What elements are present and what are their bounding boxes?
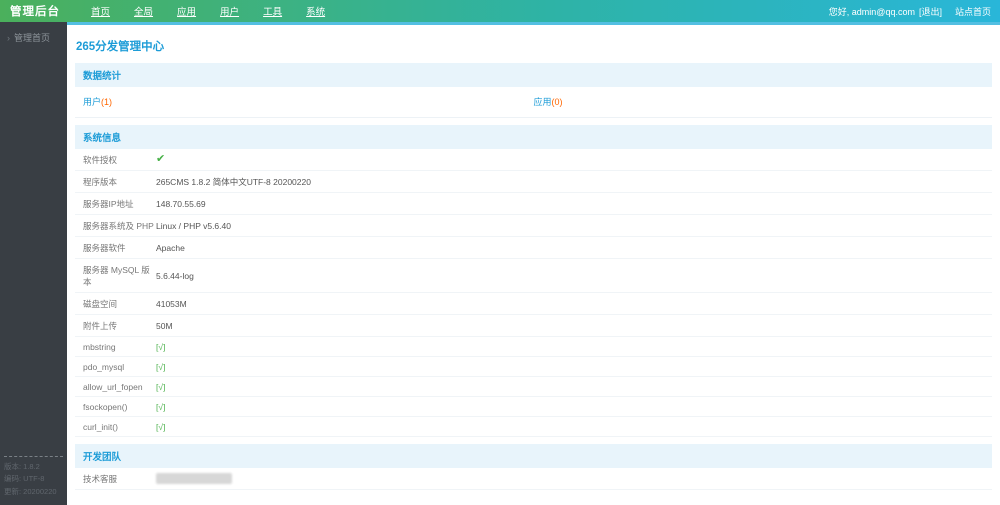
- info-row: fsockopen() [√]: [75, 397, 992, 417]
- info-row-label: curl_init(): [83, 421, 118, 432]
- top-header: 管理后台 首页 全局 应用 用户 工具 系统 您好, admin@qq.com [退出] …: [0, 0, 1000, 22]
- info-row-value: 41053M: [156, 298, 187, 309]
- info-row: allow_url_fopen [√]: [75, 377, 992, 397]
- team-table: 技术客服: [75, 468, 992, 490]
- main-content: 265分发管理中心 数据统计 用户(1) 应用(0) 系统信息 软件授权 ✔ 程…: [67, 22, 1000, 505]
- sidebar-footer-line: 版本: 1.8.2: [4, 461, 40, 471]
- sidebar-footer-line: 编码: UTF-8: [4, 474, 45, 484]
- stats-row: 用户(1) 应用(0): [75, 87, 992, 118]
- info-row-label: allow_url_fopen: [83, 381, 143, 392]
- user-greeting: 您好, admin@qq.com: [828, 6, 915, 17]
- info-row-value: [√]: [156, 401, 166, 412]
- admin-page: 管理后台 首页 全局 应用 用户 工具 系统 您好, admin@qq.com [退出] …: [0, 0, 1000, 505]
- top-nav-item[interactable]: 系统: [306, 4, 325, 18]
- info-row-label: 技术客服: [83, 473, 118, 484]
- logout-link[interactable]: [退出]: [919, 5, 942, 18]
- section-header-stats: 数据统计: [75, 63, 992, 87]
- info-row: pdo_mysql [√]: [75, 357, 992, 377]
- info-row-value: [156, 473, 232, 484]
- info-row-value: [√]: [156, 341, 166, 352]
- stat-link[interactable]: 用户: [83, 97, 101, 107]
- stat-item: 用户(1): [83, 95, 534, 108]
- info-row-label: fsockopen(): [83, 401, 128, 412]
- info-row: 服务器软件 Apache: [75, 237, 992, 259]
- info-row-value: [√]: [156, 381, 166, 392]
- info-row-label: pdo_mysql: [83, 361, 125, 372]
- info-row: 服务器系统及 PHP Linux / PHP v5.6.40: [75, 215, 992, 237]
- info-row-label: 服务器 MySQL 版本: [83, 264, 150, 287]
- top-nav: 首页 全局 应用 用户 工具 系统: [91, 4, 325, 18]
- stat-link[interactable]: 应用: [534, 97, 552, 107]
- info-row: 软件授权 ✔: [75, 149, 992, 171]
- info-row: 磁盘空间 41053M: [75, 293, 992, 315]
- sidebar: › 管理首页 版本: 1.8.2 编码: UTF-8 更新: 20200220: [0, 22, 67, 505]
- top-nav-item[interactable]: 应用: [177, 4, 196, 18]
- info-row: 附件上传 50M: [75, 315, 992, 337]
- info-row: 服务器 MySQL 版本 5.6.44-log: [75, 259, 992, 293]
- site-home-link[interactable]: 站点首页: [955, 5, 991, 18]
- info-row-value: Apache: [156, 242, 185, 253]
- info-row: 程序版本 265CMS 1.8.2 简体中文UTF-8 20200220: [75, 171, 992, 193]
- sidebar-footer-line: 更新: 20200220: [4, 486, 57, 496]
- section-header-team: 开发团队: [75, 444, 992, 468]
- sysinfo-table: 软件授权 ✔ 程序版本 265CMS 1.8.2 简体中文UTF-8 20200…: [75, 149, 992, 437]
- info-row-label: 附件上传: [83, 320, 118, 331]
- info-row: 技术客服: [75, 468, 992, 490]
- top-nav-item[interactable]: 工具: [263, 4, 282, 18]
- header-account-area: 您好, admin@qq.com [退出] 站点首页: [829, 5, 1000, 18]
- top-nav-item[interactable]: 用户: [220, 4, 239, 18]
- stat-count: (0): [551, 97, 563, 107]
- info-row-label: 磁盘空间: [83, 298, 118, 309]
- info-row-value: 265CMS 1.8.2 简体中文UTF-8 20200220: [156, 176, 311, 187]
- info-row-label: 服务器软件: [83, 242, 126, 253]
- chevron-right-icon: ›: [7, 32, 10, 43]
- app-brand: 管理后台: [10, 6, 60, 18]
- info-row-value: 50M: [156, 320, 173, 331]
- info-row-label: 软件授权: [83, 154, 118, 165]
- info-row-value: 148.70.55.69: [156, 198, 206, 209]
- info-row: 服务器IP地址 148.70.55.69: [75, 193, 992, 215]
- section-header-sysinfo: 系统信息: [75, 125, 992, 149]
- stat-count: (1): [101, 97, 113, 107]
- sidebar-version-info: 版本: 1.8.2 编码: UTF-8 更新: 20200220: [4, 455, 63, 498]
- stat-item: 应用(0): [534, 95, 985, 108]
- info-row-label: 程序版本: [83, 176, 118, 187]
- info-row-value: [√]: [156, 361, 166, 372]
- info-row-value: 5.6.44-log: [156, 270, 194, 281]
- info-row: curl_init() [√]: [75, 417, 992, 437]
- sidebar-item-admin-home[interactable]: › 管理首页: [0, 22, 67, 53]
- page-title: 265分发管理中心: [76, 41, 165, 53]
- info-row-value: Linux / PHP v5.6.40: [156, 220, 231, 231]
- info-row-label: 服务器系统及 PHP: [83, 220, 154, 231]
- info-row-label: mbstring: [83, 341, 116, 352]
- info-row: mbstring [√]: [75, 337, 992, 357]
- sidebar-item-label: 管理首页: [14, 33, 51, 43]
- top-nav-item[interactable]: 首页: [91, 4, 110, 18]
- info-row-value: [√]: [156, 421, 166, 432]
- info-row-value: ✔: [156, 153, 166, 165]
- info-row-label: 服务器IP地址: [83, 198, 134, 209]
- top-nav-item[interactable]: 全局: [134, 4, 153, 18]
